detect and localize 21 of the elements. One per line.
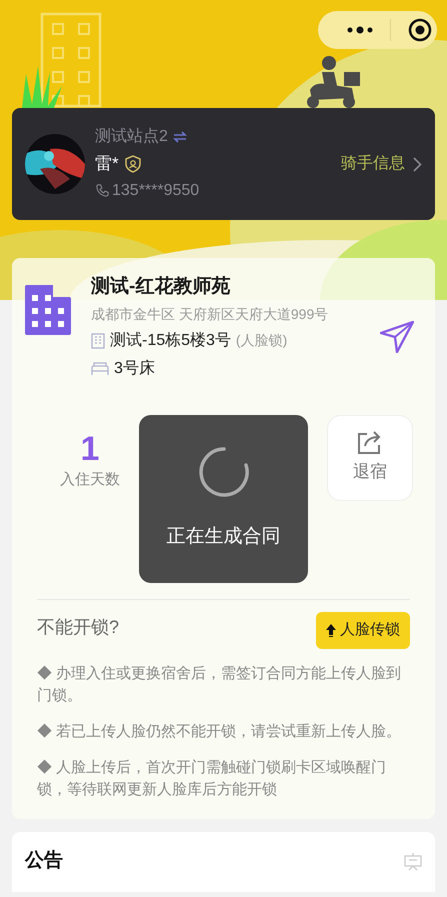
- unlock-help-title: 不能开锁?: [37, 616, 120, 638]
- lock-type: (人脸锁): [236, 331, 288, 350]
- unlock-tip: ◆ 办理入住或更换宿舍后，需签订合同方能上传人脸到门锁。: [37, 664, 402, 706]
- upload-arrow-icon: [326, 624, 336, 636]
- loading-spinner-icon: [198, 446, 248, 497]
- share-out-icon: [357, 430, 383, 455]
- building-small-icon: [91, 332, 105, 348]
- stay-days-label: 入住天数: [60, 470, 120, 490]
- unlock-tip: ◆ 若已上传人脸仍然不能开锁，请尝试重新上传人脸。: [37, 722, 402, 742]
- room-number: 测试-15栋5楼3号: [110, 330, 231, 350]
- presentation-board-icon: [404, 852, 422, 870]
- checkout-button[interactable]: 退宿: [327, 414, 413, 500]
- face-upload-button[interactable]: 人脸传锁: [316, 612, 410, 648]
- stay-days-value: 1: [80, 428, 100, 468]
- bed-number: 3号床: [114, 358, 155, 378]
- notice-title: 公告: [25, 848, 63, 874]
- toast-message: 正在生成合同: [166, 524, 280, 549]
- dorm-address: 成都市金牛区 天府新区天府大道999号: [91, 304, 328, 324]
- bed-icon: [91, 362, 109, 376]
- unlock-tip: ◆ 人脸上传后，首次开门需触碰门锁刷卡区域唤醒门锁，等待联网更新人脸库后方能开锁: [37, 758, 388, 800]
- navigation-icon[interactable]: [380, 321, 414, 353]
